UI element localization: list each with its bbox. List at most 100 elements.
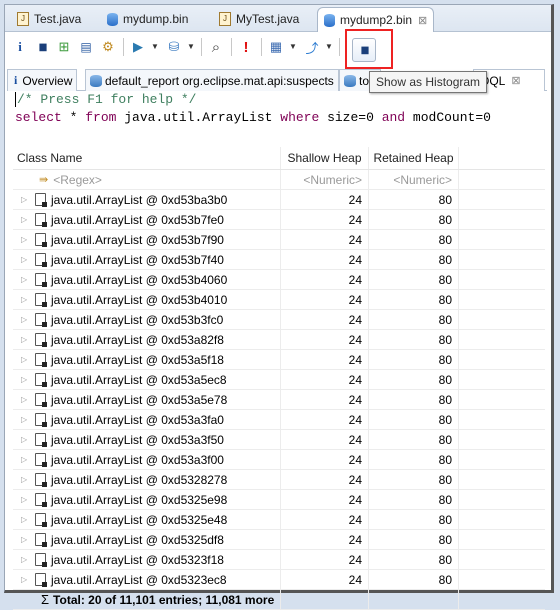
class-name-cell: java.util.ArrayList @ 0xd5325df8	[51, 532, 224, 547]
table-row[interactable]: ▷ java.util.ArrayList @ 0xd53a3f00 24 80	[13, 450, 545, 470]
expand-icon[interactable]: ▷	[21, 495, 35, 504]
class-name-cell: java.util.ArrayList @ 0xd53b4010	[51, 292, 228, 307]
class-name-cell: java.util.ArrayList @ 0xd5325e98	[51, 492, 228, 507]
expand-icon[interactable]: ▷	[21, 435, 35, 444]
expand-icon[interactable]: ▷	[21, 515, 35, 524]
expand-icon[interactable]: ▷	[21, 455, 35, 464]
column-header-retained-heap[interactable]: Retained Heap	[369, 147, 459, 169]
run-report-dropdown-icon[interactable]: ▼	[151, 42, 159, 51]
table-row[interactable]: ▷ java.util.ArrayList @ 0xd5325e98 24 80	[13, 490, 545, 510]
expand-icon[interactable]: ▷	[21, 355, 35, 364]
class-name-cell: java.util.ArrayList @ 0xd53b7f40	[51, 252, 224, 267]
expand-icon[interactable]: ▷	[21, 335, 35, 344]
expand-icon[interactable]: ▷	[21, 315, 35, 324]
table-row[interactable]: ▷ java.util.ArrayList @ 0xd53a5ec8 24 80	[13, 370, 545, 390]
leak-suspects-icon[interactable]: !	[237, 38, 255, 56]
retained-heap-cell: 80	[369, 250, 459, 269]
query-keyword: select	[15, 110, 62, 125]
table-header: Class Name Shallow Heap Retained Heap	[13, 147, 545, 170]
query-browser-icon[interactable]: ⛁	[165, 38, 183, 56]
table-row[interactable]: ▷ java.util.ArrayList @ 0xd53b3fc0 24 80	[13, 310, 545, 330]
tab-test-java[interactable]: J Test.java	[11, 8, 87, 30]
object-icon	[35, 373, 47, 387]
top-consumers-icon[interactable]: ⚙	[99, 38, 117, 56]
expand-icon[interactable]: ▷	[21, 555, 35, 564]
expand-icon[interactable]: ▷	[21, 475, 35, 484]
close-tab-icon[interactable]: ⊠	[418, 14, 427, 27]
expand-icon[interactable]: ▷	[21, 215, 35, 224]
table-row[interactable]: ▷ java.util.ArrayList @ 0xd5323ec8 24 80	[13, 570, 545, 590]
shallow-heap-cell: 24	[281, 250, 369, 269]
overview-icon[interactable]: i	[11, 38, 29, 56]
expand-icon[interactable]: ▷	[21, 395, 35, 404]
total-summary[interactable]: Total: 20 of 11,101 entries; 11,081 more	[53, 593, 274, 607]
retained-heap-cell: 80	[369, 570, 459, 589]
expand-icon[interactable]: ▷	[21, 275, 35, 284]
toolbar-separator	[339, 38, 340, 56]
table-row[interactable]: ▷ java.util.ArrayList @ 0xd53a5f18 24 80	[13, 350, 545, 370]
histogram-icon[interactable]: ▮▮	[33, 38, 51, 56]
dominator-tree-icon[interactable]: ⊞	[55, 38, 73, 56]
calculator-dropdown-icon[interactable]: ▼	[289, 42, 297, 51]
regex-filter-input[interactable]: <Regex>	[53, 173, 102, 187]
class-name-cell: java.util.ArrayList @ 0xd5328278	[51, 472, 228, 487]
expand-icon[interactable]: ▷	[21, 255, 35, 264]
query-text: java.util.ArrayList	[116, 110, 281, 125]
table-row[interactable]: ▷ java.util.ArrayList @ 0xd53a82f8 24 80	[13, 330, 545, 350]
query-text: *	[61, 110, 86, 125]
table-row[interactable]: ▷ java.util.ArrayList @ 0xd53b7f40 24 80	[13, 250, 545, 270]
class-name-cell: java.util.ArrayList @ 0xd53a5f18	[51, 352, 224, 367]
object-icon	[35, 573, 47, 587]
table-row[interactable]: ▷ java.util.ArrayList @ 0xd53b7f90 24 80	[13, 230, 545, 250]
expand-icon[interactable]: ▷	[21, 235, 35, 244]
class-name-cell: java.util.ArrayList @ 0xd53a5e78	[51, 392, 228, 407]
shallow-heap-filter-input[interactable]: <Numeric>	[281, 170, 369, 189]
class-name-cell: java.util.ArrayList @ 0xd53a3f00	[51, 452, 224, 467]
export-dropdown-icon[interactable]: ▼	[325, 42, 333, 51]
query-browser-dropdown-icon[interactable]: ▼	[187, 42, 195, 51]
shallow-heap-cell: 24	[281, 350, 369, 369]
expand-icon[interactable]: ▷	[21, 295, 35, 304]
table-row[interactable]: ▷ java.util.ArrayList @ 0xd53b7fe0 24 80	[13, 210, 545, 230]
expand-icon[interactable]: ▷	[21, 195, 35, 204]
table-row[interactable]: ▷ java.util.ArrayList @ 0xd53a3f50 24 80	[13, 430, 545, 450]
table-row[interactable]: ▷ java.util.ArrayList @ 0xd53a3fa0 24 80	[13, 410, 545, 430]
regex-filter-icon: ⇛	[39, 174, 49, 186]
table-row[interactable]: ▷ java.util.ArrayList @ 0xd5325e48 24 80	[13, 510, 545, 530]
table-row[interactable]: ▷ java.util.ArrayList @ 0xd5328278 24 80	[13, 470, 545, 490]
oql-query-editor[interactable]: /* Press F1 for help */ select * from ja…	[13, 91, 545, 149]
search-icon[interactable]: ⌕	[207, 38, 225, 56]
expand-icon[interactable]: ▷	[21, 575, 35, 584]
retained-heap-filter-input[interactable]: <Numeric>	[369, 170, 459, 189]
results-table: Class Name Shallow Heap Retained Heap ⇛ …	[13, 147, 545, 610]
table-row[interactable]: ▷ java.util.ArrayList @ 0xd5323f18 24 80	[13, 550, 545, 570]
table-row[interactable]: ▷ java.util.ArrayList @ 0xd53ba3b0 24 80	[13, 190, 545, 210]
column-header-shallow-heap[interactable]: Shallow Heap	[281, 147, 369, 169]
report-icon	[344, 74, 356, 87]
retained-heap-cell: 80	[369, 550, 459, 569]
object-icon	[35, 233, 47, 247]
table-row[interactable]: ▷ java.util.ArrayList @ 0xd53b4060 24 80	[13, 270, 545, 290]
tab-overview[interactable]: i Overview	[7, 69, 78, 91]
calculator-icon[interactable]: ▦	[267, 38, 285, 56]
expand-icon[interactable]: ▷	[21, 375, 35, 384]
toolbar: i ▮▮ ⊞ ▤ ⚙ ▶ ▼ ⛁ ▼ ⌕ ! ▦ ▼ ⤴ ▼	[5, 32, 551, 60]
oql-icon[interactable]: ▤	[77, 38, 95, 56]
export-icon[interactable]: ⤴	[303, 38, 321, 56]
class-name-cell: java.util.ArrayList @ 0xd53a3fa0	[51, 412, 224, 427]
show-as-histogram-button[interactable]: ▮▮	[352, 38, 376, 62]
toolbar-separator	[201, 38, 202, 56]
run-report-icon[interactable]: ▶	[129, 38, 147, 56]
tab-mytest-java[interactable]: J MyTest.java	[213, 8, 305, 30]
class-name-cell: java.util.ArrayList @ 0xd53ba3b0	[51, 192, 228, 207]
column-header-class-name[interactable]: Class Name	[13, 147, 281, 169]
tab-default-report[interactable]: default_report org.eclipse.mat.api:suspe…	[85, 69, 339, 91]
tab-mydump-bin[interactable]: mydump.bin	[101, 8, 194, 30]
table-row[interactable]: ▷ java.util.ArrayList @ 0xd5325df8 24 80	[13, 530, 545, 550]
close-tab-icon[interactable]: ⊠	[511, 74, 520, 87]
shallow-heap-cell: 24	[281, 550, 369, 569]
expand-icon[interactable]: ▷	[21, 535, 35, 544]
table-row[interactable]: ▷ java.util.ArrayList @ 0xd53a5e78 24 80	[13, 390, 545, 410]
expand-icon[interactable]: ▷	[21, 415, 35, 424]
table-row[interactable]: ▷ java.util.ArrayList @ 0xd53b4010 24 80	[13, 290, 545, 310]
